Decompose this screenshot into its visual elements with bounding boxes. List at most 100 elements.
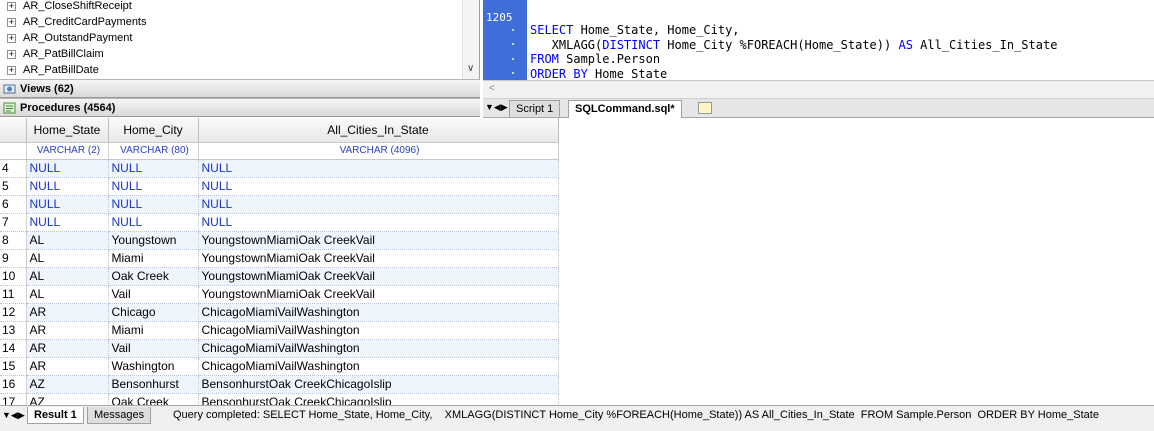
tab-nav-arrows-icon[interactable]: ▼◀▶ bbox=[485, 102, 508, 113]
row-number[interactable]: 5 bbox=[0, 177, 27, 196]
row-number[interactable]: 17 bbox=[0, 393, 27, 405]
table-cell[interactable]: AZ bbox=[26, 375, 109, 394]
table-row[interactable]: 17 AZ Oak Creek BensonhurstOak CreekChicago… bbox=[0, 393, 559, 405]
table-row[interactable]: 4 NULL NULL NULL bbox=[0, 159, 559, 178]
table-cell[interactable]: ChicagoMiamiVailWashington bbox=[198, 357, 559, 376]
expand-plus-icon[interactable]: + bbox=[7, 50, 16, 59]
code-line[interactable]: SELECT Home_State, Home_City, bbox=[530, 23, 1057, 38]
code-line[interactable]: XMLAGG(DISTINCT Home_City %FOREACH(Home_… bbox=[530, 38, 1058, 53]
table-cell[interactable]: NULL bbox=[198, 195, 559, 214]
table-cell[interactable]: Washington bbox=[108, 357, 199, 376]
row-number[interactable]: 7 bbox=[0, 213, 27, 232]
table-cell[interactable]: NULL bbox=[26, 159, 109, 178]
table-cell[interactable]: Oak Creek bbox=[108, 267, 199, 286]
column-header-home-city[interactable]: Home_City bbox=[108, 118, 199, 143]
table-row[interactable]: 9 AL Miami YoungstownMiamiOak CreekVail bbox=[0, 249, 559, 268]
table-row[interactable]: 11 AL Vail YoungstownMiamiOak CreekVail bbox=[0, 285, 559, 304]
table-cell[interactable]: AZ bbox=[26, 393, 109, 405]
table-row[interactable]: 8 AL Youngstown YoungstownMiamiOak CreekVai… bbox=[0, 231, 559, 250]
tree-item[interactable]: + AR_OutstandPayment bbox=[0, 31, 460, 47]
editor-horizontal-scrollbar[interactable]: < bbox=[483, 81, 1154, 99]
new-tab-icon[interactable] bbox=[698, 102, 712, 114]
column-header-home-state[interactable]: Home_State bbox=[26, 118, 109, 143]
tree-item[interactable]: + AR_CreditCardPayments bbox=[0, 15, 460, 31]
tab-result-1[interactable]: Result 1 bbox=[27, 407, 84, 424]
row-number[interactable]: 13 bbox=[0, 321, 27, 340]
table-cell[interactable]: Oak Creek bbox=[108, 393, 199, 405]
table-cell[interactable]: BensonhurstOak CreekChicagoIslip bbox=[198, 393, 559, 405]
row-number[interactable]: 10 bbox=[0, 267, 27, 286]
row-number[interactable]: 14 bbox=[0, 339, 27, 358]
table-row[interactable]: 14 AR Vail ChicagoMiamiVailWashington bbox=[0, 339, 559, 358]
table-row[interactable]: 10 AL Oak Creek YoungstownMiamiOak CreekVai… bbox=[0, 267, 559, 286]
sql-editor[interactable]: 1205 SELECT Home_State, Home_City, XMLAG… bbox=[483, 0, 1154, 81]
table-cell[interactable]: Miami bbox=[108, 249, 199, 268]
scroll-left-icon[interactable]: < bbox=[489, 83, 495, 94]
expand-plus-icon[interactable]: + bbox=[7, 2, 16, 11]
code-line[interactable]: ORDER BY Home_State bbox=[530, 67, 1057, 81]
tree-item[interactable]: + AR_PatBillClaim bbox=[0, 47, 460, 63]
table-cell[interactable]: AR bbox=[26, 357, 109, 376]
table-cell[interactable]: AR bbox=[26, 321, 109, 340]
table-row[interactable]: 16 AZ Bensonhurst BensonhurstOak CreekChica… bbox=[0, 375, 559, 394]
code-line[interactable]: FROM Sample.Person bbox=[530, 52, 1057, 67]
table-cell[interactable]: Bensonhurst bbox=[108, 375, 199, 394]
row-number[interactable]: 11 bbox=[0, 285, 27, 304]
table-row[interactable]: 5 NULL NULL NULL bbox=[0, 177, 559, 196]
expand-plus-icon[interactable]: + bbox=[7, 18, 16, 27]
scroll-down-icon[interactable]: ∨ bbox=[467, 63, 474, 74]
tree-vertical-scrollbar[interactable]: ∨ bbox=[462, 0, 479, 79]
row-number[interactable]: 16 bbox=[0, 375, 27, 394]
table-row[interactable]: 7 NULL NULL NULL bbox=[0, 213, 559, 232]
table-cell[interactable]: YoungstownMiamiOak CreekVail bbox=[198, 267, 559, 286]
row-number[interactable]: 4 bbox=[0, 159, 27, 178]
table-row[interactable]: 6 NULL NULL NULL bbox=[0, 195, 559, 214]
table-cell[interactable]: AL bbox=[26, 231, 109, 250]
table-row[interactable]: 13 AR Miami ChicagoMiamiVailWashington bbox=[0, 321, 559, 340]
table-cell[interactable]: YoungstownMiamiOak CreekVail bbox=[198, 249, 559, 268]
tab-messages[interactable]: Messages bbox=[87, 407, 152, 424]
table-cell[interactable]: AL bbox=[26, 249, 109, 268]
row-number[interactable]: 6 bbox=[0, 195, 27, 214]
column-header-all-cities[interactable]: All_Cities_In_State bbox=[198, 118, 559, 143]
table-cell[interactable]: NULL bbox=[26, 177, 109, 196]
table-cell[interactable]: ChicagoMiamiVailWashington bbox=[198, 303, 559, 322]
row-number[interactable]: 15 bbox=[0, 357, 27, 376]
table-cell[interactable]: NULL bbox=[26, 195, 109, 214]
sql-code[interactable]: SELECT Home_State, Home_City, XMLAGG(DIS… bbox=[530, 23, 1058, 81]
result-nav-arrows-icon[interactable]: ▼◀▶ bbox=[2, 410, 25, 421]
tab-script-1[interactable]: Script 1 bbox=[509, 100, 561, 117]
table-cell[interactable]: YoungstownMiamiOak CreekVail bbox=[198, 231, 559, 250]
table-cell[interactable]: BensonhurstOak CreekChicagoIslip bbox=[198, 375, 559, 394]
table-cell[interactable]: Youngstown bbox=[108, 231, 199, 250]
table-cell[interactable]: AL bbox=[26, 285, 109, 304]
table-cell[interactable]: NULL bbox=[26, 213, 109, 232]
table-cell[interactable]: ChicagoMiamiVailWashington bbox=[198, 321, 559, 340]
table-cell[interactable]: NULL bbox=[198, 177, 559, 196]
table-cell[interactable]: NULL bbox=[108, 213, 199, 232]
table-cell[interactable]: ChicagoMiamiVailWashington bbox=[198, 339, 559, 358]
results-grid[interactable]: Home_State Home_City All_Cities_In_State… bbox=[0, 118, 1154, 405]
table-cell[interactable]: AR bbox=[26, 303, 109, 322]
row-number[interactable]: 8 bbox=[0, 231, 27, 250]
table-cell[interactable]: Vail bbox=[108, 339, 199, 358]
table-cell[interactable]: Chicago bbox=[108, 303, 199, 322]
tree-item[interactable]: + AR_CloseShiftReceipt bbox=[0, 0, 460, 15]
row-number[interactable]: 12 bbox=[0, 303, 27, 322]
expand-plus-icon[interactable]: + bbox=[7, 34, 16, 43]
table-cell[interactable]: NULL bbox=[198, 213, 559, 232]
row-number[interactable]: 9 bbox=[0, 249, 27, 268]
table-cell[interactable]: YoungstownMiamiOak CreekVail bbox=[198, 285, 559, 304]
procedures-section[interactable]: Procedures (4564) bbox=[0, 98, 480, 117]
table-cell[interactable]: Vail bbox=[108, 285, 199, 304]
table-cell[interactable]: NULL bbox=[108, 159, 199, 178]
views-section[interactable]: Views (62) bbox=[0, 79, 480, 98]
table-cell[interactable]: NULL bbox=[108, 195, 199, 214]
table-cell[interactable]: Miami bbox=[108, 321, 199, 340]
table-cell[interactable]: AL bbox=[26, 267, 109, 286]
tree-item[interactable]: + AR_PatBillDate bbox=[0, 63, 460, 79]
table-row[interactable]: 12 AR Chicago ChicagoMiamiVailWashington bbox=[0, 303, 559, 322]
table-cell[interactable]: AR bbox=[26, 339, 109, 358]
tab-sqlcommand[interactable]: SQLCommand.sql* bbox=[568, 100, 682, 118]
expand-plus-icon[interactable]: + bbox=[7, 66, 16, 75]
